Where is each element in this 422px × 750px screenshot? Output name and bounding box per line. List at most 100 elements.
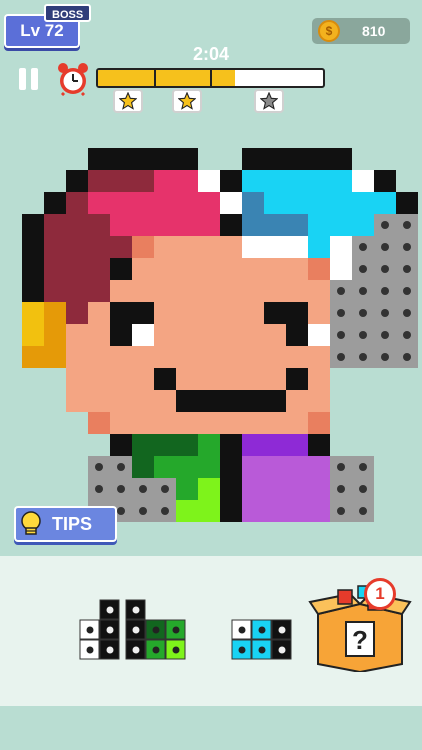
pixel-cell [220, 368, 242, 390]
peg-hole [381, 331, 389, 339]
pixel-cell [44, 346, 66, 368]
pixel-cell [220, 478, 242, 500]
mystery-symbol: ? [352, 625, 368, 655]
peg-hole [359, 265, 367, 273]
pixel-cell [198, 478, 220, 500]
pixel-cell [132, 390, 154, 412]
pixel-cell [264, 170, 286, 192]
pixel-cell [308, 434, 330, 456]
pixel-cell [330, 236, 352, 258]
pixel-cell [374, 170, 396, 192]
pixel-cell [396, 192, 418, 214]
pixel-cell [242, 478, 264, 500]
pixel-cell [308, 302, 330, 324]
pixel-cell [88, 170, 110, 192]
pixel-cell [88, 324, 110, 346]
pixel-cell [308, 236, 330, 258]
pixel-cell [176, 500, 198, 522]
pixel-cell [352, 170, 374, 192]
peg-hole [161, 485, 169, 493]
pixel-cell [242, 368, 264, 390]
piece-peg [258, 646, 266, 654]
pixel-cell [286, 302, 308, 324]
pixel-puzzle-board[interactable] [0, 0, 422, 560]
pixel-cell [22, 258, 44, 280]
pixel-cell [44, 192, 66, 214]
pixel-cell [308, 192, 330, 214]
pixel-cell [176, 148, 198, 170]
pixel-cell [220, 302, 242, 324]
piece-peg [238, 626, 246, 634]
peg-hole [95, 485, 103, 493]
tray-bottom-strip [0, 706, 422, 750]
pixel-cell [286, 324, 308, 346]
pixel-cell [154, 412, 176, 434]
peg-hole [161, 507, 169, 515]
peg-hole [403, 243, 411, 251]
pixel-cell [286, 236, 308, 258]
pixel-cell [66, 390, 88, 412]
pixel-cell [66, 214, 88, 236]
pixel-cell [22, 280, 44, 302]
pixel-cell [176, 302, 198, 324]
pixel-cell [264, 148, 286, 170]
pixel-cell [220, 412, 242, 434]
tray-piece[interactable] [125, 599, 186, 660]
pixel-cell [242, 302, 264, 324]
pixel-cell [132, 346, 154, 368]
peg-hole [337, 287, 345, 295]
pixel-cell [308, 346, 330, 368]
pixel-cell [88, 236, 110, 258]
pixel-cell [66, 302, 88, 324]
pixel-cell [176, 478, 198, 500]
pixel-cell [264, 368, 286, 390]
pixel-cell [264, 478, 286, 500]
pixel-cell [286, 280, 308, 302]
peg-hole [337, 331, 345, 339]
tray-piece[interactable] [231, 619, 292, 660]
tray-piece[interactable] [79, 599, 120, 660]
pixel-cell [110, 324, 132, 346]
pixel-cell [154, 302, 176, 324]
pixel-cell [330, 258, 352, 280]
pixel-cell [22, 324, 44, 346]
pixel-cell [264, 500, 286, 522]
pixel-cell [132, 214, 154, 236]
pixel-cell [198, 346, 220, 368]
pixel-cell [286, 258, 308, 280]
pixel-cell [154, 170, 176, 192]
pixel-cell [154, 214, 176, 236]
pixel-cell [154, 324, 176, 346]
peg-hole [359, 287, 367, 295]
pixel-cell [154, 236, 176, 258]
pixel-cell [264, 214, 286, 236]
pixel-cell [264, 302, 286, 324]
peg-hole [95, 463, 103, 471]
pixel-cell [154, 148, 176, 170]
pixel-cell [198, 236, 220, 258]
mystery-box-icon[interactable]: ? [308, 580, 412, 672]
pixel-cell [308, 478, 330, 500]
pixel-cell [220, 214, 242, 236]
pixel-cell [198, 302, 220, 324]
pixel-cell [66, 324, 88, 346]
pixel-cell [286, 478, 308, 500]
pixel-cell [110, 346, 132, 368]
pixel-cell [66, 192, 88, 214]
pixel-cell [154, 434, 176, 456]
pixel-cell [110, 192, 132, 214]
pixel-cell [88, 302, 110, 324]
pixel-cell [242, 170, 264, 192]
pixel-cell [44, 302, 66, 324]
pixel-cell [176, 324, 198, 346]
pixel-cell [110, 390, 132, 412]
pixel-cell [220, 192, 242, 214]
tips-button[interactable]: TIPS [14, 506, 117, 542]
pixel-cell [308, 280, 330, 302]
pixel-cell [220, 346, 242, 368]
pixel-cell [88, 258, 110, 280]
peg-hole [403, 265, 411, 273]
pixel-cell [264, 280, 286, 302]
pixel-cell [154, 456, 176, 478]
pixel-cell [88, 346, 110, 368]
